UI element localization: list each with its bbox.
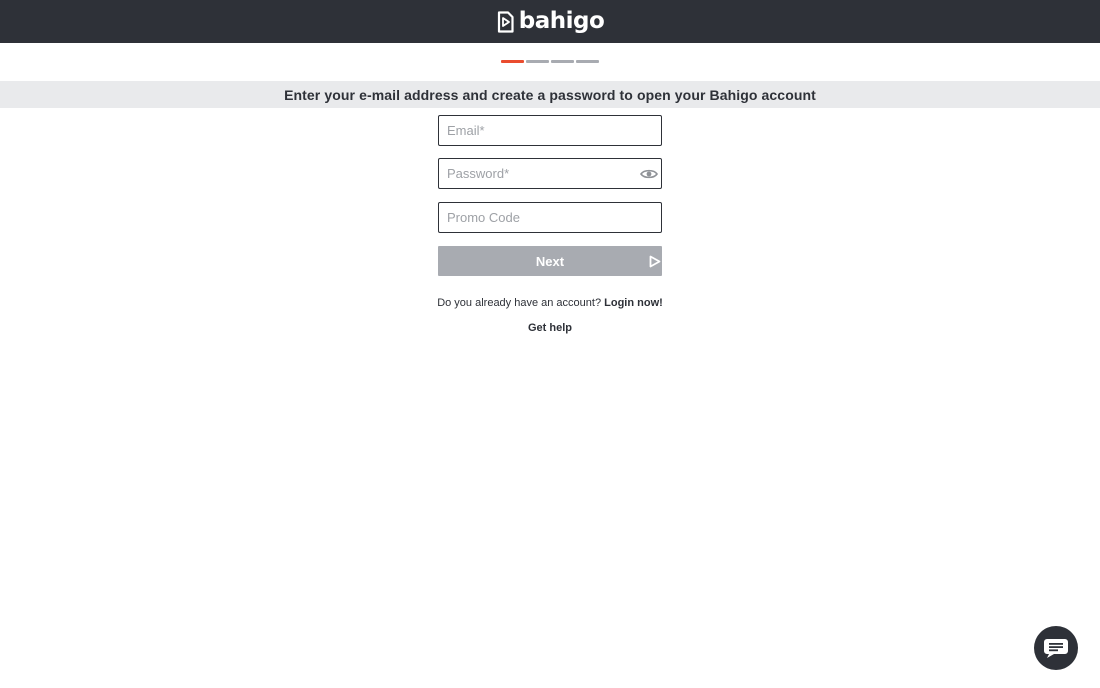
progress-step-1 — [501, 60, 524, 63]
password-field — [438, 158, 662, 189]
registration-progress — [0, 60, 1100, 63]
login-prompt-text: Do you already have an account? — [437, 297, 602, 309]
progress-step-4 — [576, 60, 599, 63]
bahigo-logo[interactable]: bahigo — [496, 10, 605, 33]
promo-code-input[interactable] — [439, 203, 661, 232]
logo-play-icon — [497, 10, 514, 33]
logo-text: bahigo — [518, 8, 605, 34]
login-prompt-line: Do you already have an account? Login no… — [0, 297, 1100, 309]
live-chat-button[interactable] — [1034, 626, 1078, 670]
progress-step-3 — [551, 60, 574, 63]
play-arrow-icon — [649, 255, 661, 268]
instruction-text: Enter your e-mail address and create a p… — [284, 86, 816, 103]
next-button[interactable]: Next — [438, 246, 662, 276]
password-input[interactable] — [439, 159, 661, 188]
get-help-link[interactable]: Get help — [528, 322, 572, 334]
help-line: Get help — [0, 318, 1100, 336]
login-now-link[interactable]: Login now! — [604, 297, 663, 309]
progress-step-2 — [526, 60, 549, 63]
next-button-label: Next — [535, 253, 565, 269]
show-password-eye-icon[interactable] — [640, 166, 658, 182]
promo-code-field — [438, 202, 662, 233]
email-input[interactable] — [439, 116, 661, 145]
top-header: bahigo — [0, 0, 1100, 43]
instruction-banner: Enter your e-mail address and create a p… — [0, 81, 1100, 108]
email-field — [438, 115, 662, 146]
chat-bubble-icon — [1044, 639, 1068, 658]
